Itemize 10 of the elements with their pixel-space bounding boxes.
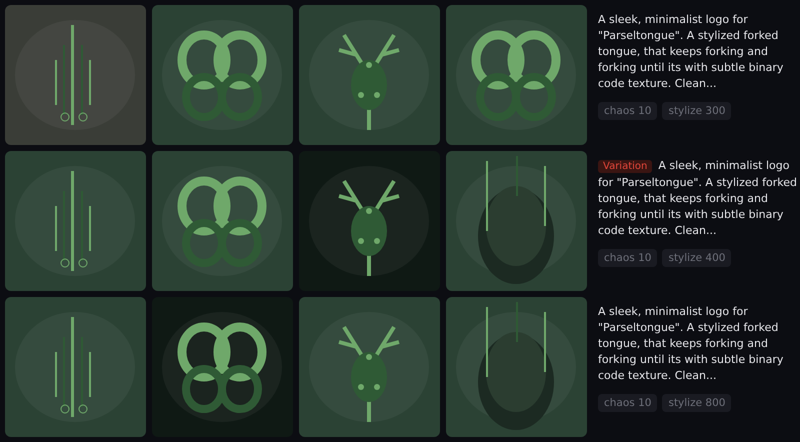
variation-tag: Variation — [598, 160, 652, 173]
parameter-chip: stylize 300 — [662, 102, 732, 120]
parameter-chip: chaos 10 — [598, 249, 658, 267]
prompt-text: A sleek, minimalist logo for "Parseltongue". A stylized forked tongue, that keeps forking and forking until its with subtle binary code texture. Clean... — [598, 304, 784, 384]
parameter-chip: stylize 800 — [662, 394, 732, 412]
prompt-text: A sleek, minimalist logo for "Parseltongue". A stylized forked tongue, that keeps forking and forking until its with subtle binary code texture. Clean... — [598, 12, 784, 92]
parameter-chip: chaos 10 — [598, 102, 658, 120]
parameter-chip: stylize 400 — [662, 249, 732, 267]
parameter-chip: chaos 10 — [598, 394, 658, 412]
prompt-text: Variation A sleek, minimalist logo for "Parseltongue". A stylized forked tongue, that keeps forking and forking until its with subtle binary code texture. Clean... — [598, 158, 798, 239]
